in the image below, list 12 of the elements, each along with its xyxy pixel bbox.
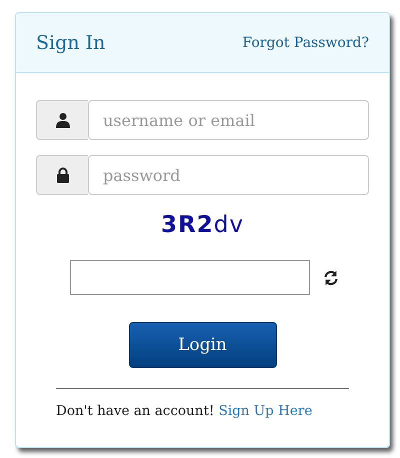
card-title: Sign In xyxy=(36,32,106,54)
refresh-icon[interactable] xyxy=(322,268,340,286)
forgot-password-link[interactable]: Forgot Password? xyxy=(242,34,369,50)
login-button[interactable]: Login xyxy=(128,322,276,368)
username-field[interactable]: username or email xyxy=(88,100,369,140)
sign-up-link[interactable]: Sign Up Here xyxy=(218,403,312,419)
password-field[interactable]: password xyxy=(88,155,369,195)
signup-prompt: Don't have an account! xyxy=(56,403,214,419)
captcha-text: 3R2dv xyxy=(160,211,245,240)
captcha-input[interactable] xyxy=(70,260,310,295)
user-icon xyxy=(54,112,70,128)
lock-icon xyxy=(54,167,70,183)
